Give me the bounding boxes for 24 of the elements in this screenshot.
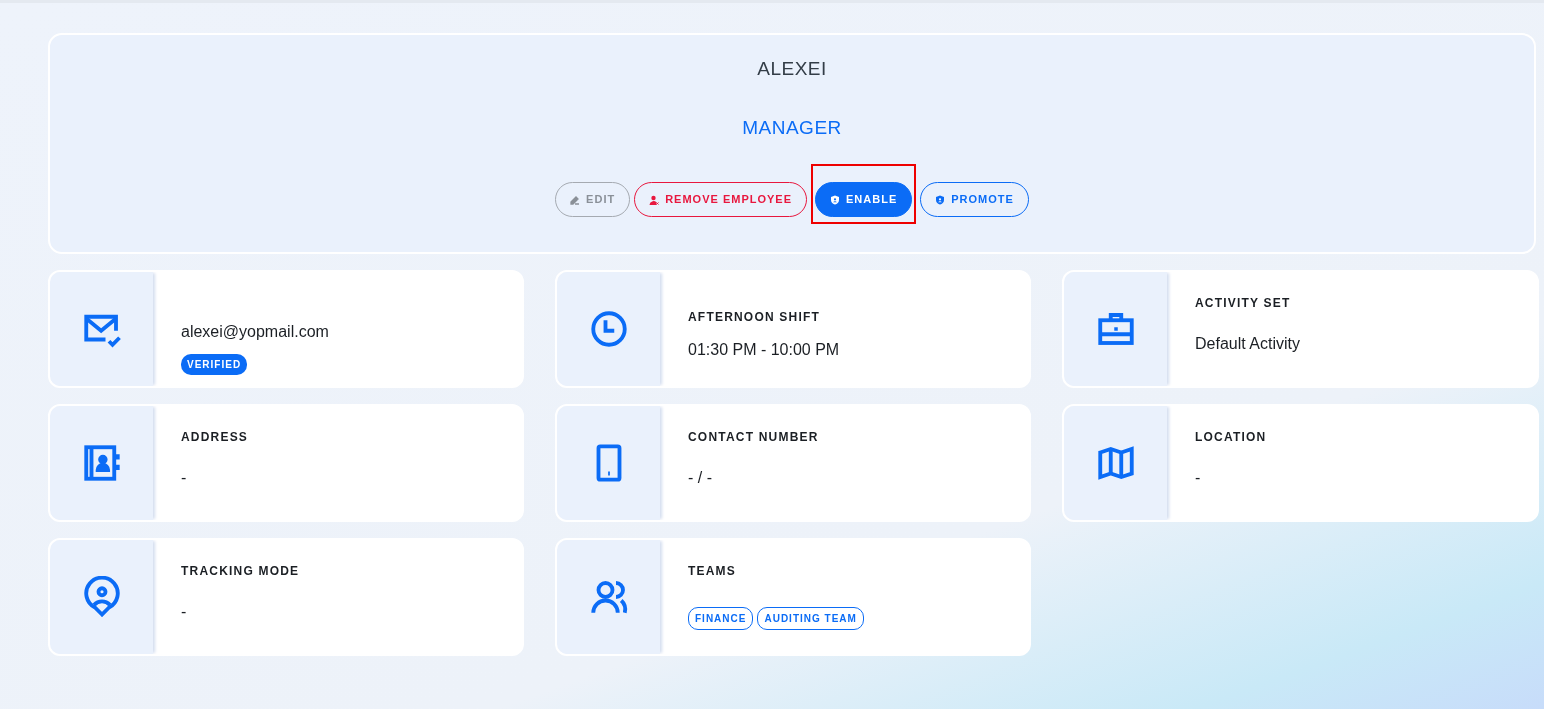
- team-tag: AUDITING TEAM: [757, 607, 864, 630]
- field-label: CONTACT NUMBER: [688, 429, 819, 446]
- field-label: LOCATION: [1195, 429, 1267, 446]
- field-label: TEAMS: [688, 563, 737, 580]
- field-label: AFTERNOON SHIFT: [688, 309, 821, 326]
- field-label: TRACKING MODE: [181, 563, 300, 580]
- field-value: Default Activity: [1195, 334, 1300, 354]
- field-value: -: [181, 468, 188, 488]
- field-value: - / -: [688, 468, 713, 488]
- shield-icon: [935, 194, 946, 205]
- field-value: 01:30 PM - 10:00 PM: [688, 340, 840, 360]
- email-value: alexei@yopmail.com: [181, 322, 329, 342]
- shield-icon: [830, 194, 841, 205]
- field-value: -: [181, 602, 188, 622]
- field-label: ADDRESS: [181, 429, 249, 446]
- enable-button[interactable]: ENABLE: [815, 182, 913, 217]
- field-value: -: [1195, 468, 1202, 488]
- field-label: ACTIVITY SET: [1195, 295, 1292, 312]
- person-remove-icon: [649, 194, 660, 205]
- employee-name: ALEXEI: [756, 57, 828, 81]
- pencil-icon: [570, 194, 581, 205]
- employee-role: MANAGER: [741, 115, 843, 140]
- team-tag: FINANCE: [688, 607, 754, 630]
- verified-tag: VERIFIED: [181, 354, 248, 375]
